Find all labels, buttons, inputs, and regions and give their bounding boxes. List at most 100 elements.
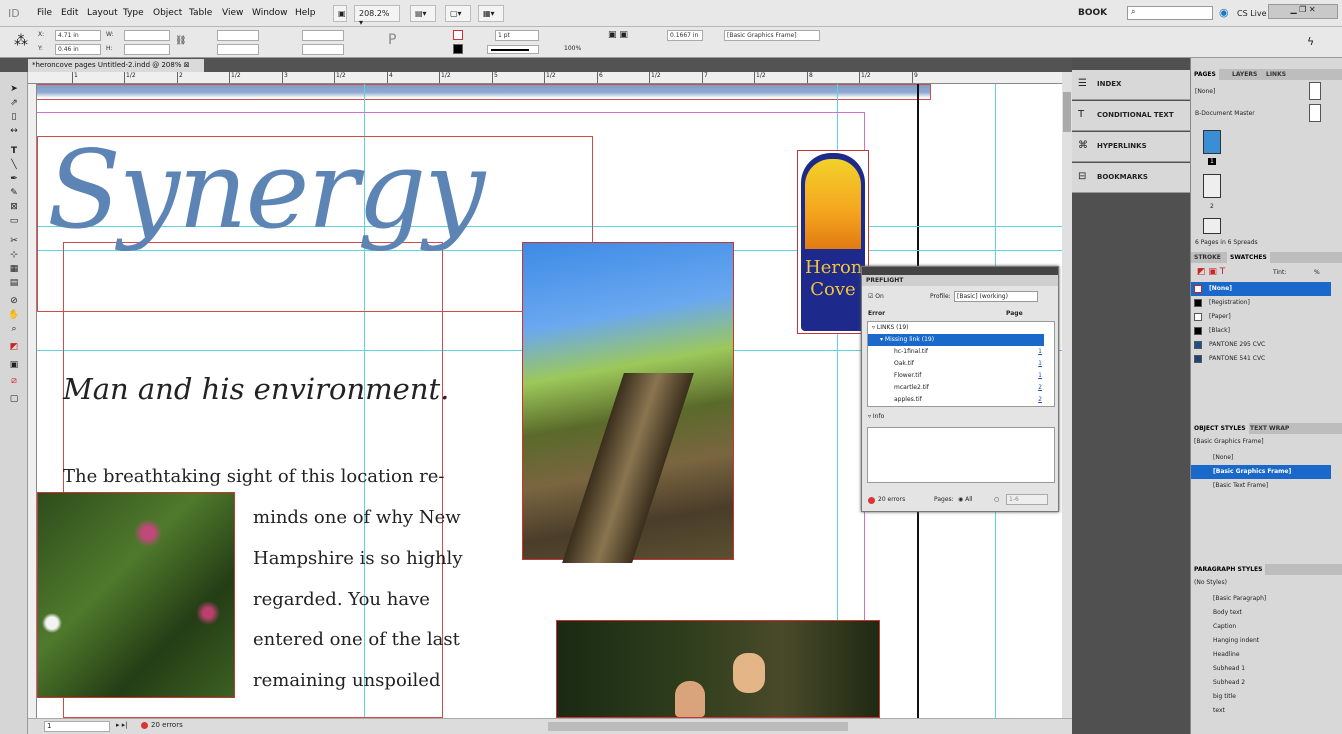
stroke-weight-field[interactable]: 1 pt xyxy=(495,30,539,41)
menu-edit[interactable]: Edit xyxy=(61,8,78,18)
menu-type[interactable]: Type xyxy=(123,8,144,18)
tab-paragraph-styles[interactable]: PARAGRAPH STYLES xyxy=(1191,564,1266,575)
swatch-registration[interactable]: [Registration] xyxy=(1191,296,1331,310)
error-page-link[interactable]: 1 xyxy=(1038,370,1042,382)
body-text-line[interactable]: regarded. You have xyxy=(253,589,430,610)
pencil-tool-icon[interactable]: ✎ xyxy=(8,188,20,199)
conditional-text-panel-button[interactable]: T CONDITIONAL TEXT xyxy=(1072,101,1190,131)
stroke-swatch-icon[interactable] xyxy=(453,44,463,54)
master-none[interactable]: [None] xyxy=(1195,88,1215,95)
paragraph-style-item[interactable]: Headline xyxy=(1191,648,1331,662)
master-b-document[interactable]: B-Document Master xyxy=(1195,110,1255,117)
error-row[interactable]: hc-1final.tif 1 xyxy=(868,346,1044,358)
rectangle-frame-tool-icon[interactable]: ⊠ xyxy=(8,202,20,213)
opacity-value[interactable]: 100% xyxy=(564,45,581,52)
tab-layers[interactable]: LAYERS xyxy=(1229,69,1260,80)
master-thumbnail[interactable] xyxy=(1309,82,1321,100)
pages-range-field[interactable]: 1-6 xyxy=(1006,494,1048,505)
inset-field[interactable]: 0.1667 in xyxy=(667,30,703,41)
w-field[interactable] xyxy=(124,30,170,41)
scale-x-field[interactable] xyxy=(217,30,259,41)
error-page-link[interactable]: 2 xyxy=(1038,394,1042,406)
zoom-tool-icon[interactable]: ⌕ xyxy=(8,324,20,335)
tint-value[interactable]: % xyxy=(1314,269,1320,276)
bookmarks-panel-button[interactable]: ⊟ BOOKMARKS xyxy=(1072,163,1190,193)
tab-stroke[interactable]: STROKE xyxy=(1191,252,1224,263)
paragraph-style-item[interactable]: Caption xyxy=(1191,620,1331,634)
paragraph-style-item[interactable]: Body text xyxy=(1191,606,1331,620)
page-thumbnail-1[interactable] xyxy=(1203,130,1221,154)
page-thumbnail-3[interactable] xyxy=(1203,218,1221,234)
swatch-pantone-541[interactable]: PANTONE 541 CVC xyxy=(1191,352,1331,366)
tab-swatches[interactable]: SWATCHES xyxy=(1227,252,1270,263)
body-text-line[interactable]: Hampshire is so highly xyxy=(253,548,463,569)
menu-file[interactable]: File xyxy=(37,8,52,18)
page-tool-icon[interactable]: ▯ xyxy=(8,112,20,123)
fit-frame-icon[interactable]: ▣ ▣ xyxy=(608,30,628,40)
horizontal-scrollbar[interactable] xyxy=(548,722,848,731)
preflight-on-checkbox[interactable]: ☑ On xyxy=(868,293,884,300)
tab-links[interactable]: LINKS xyxy=(1263,69,1289,80)
gradient-tool-icon[interactable]: ▦ xyxy=(8,264,20,275)
vertical-scrollbar[interactable] xyxy=(1062,72,1072,718)
menu-window[interactable]: Window xyxy=(252,8,288,18)
rectangle-tool-icon[interactable]: ▭ xyxy=(8,216,20,227)
menu-help[interactable]: Help xyxy=(295,8,316,18)
fill-swatch-icon[interactable] xyxy=(453,30,463,40)
info-toggle[interactable]: ▿ Info xyxy=(868,413,884,420)
fill-stroke-icon[interactable]: ◩ xyxy=(8,342,20,353)
formatting-container-icon[interactable]: ▣ xyxy=(8,360,20,371)
zoom-level-dropdown[interactable]: 208.2% ▾ xyxy=(354,5,400,27)
workspace-switcher[interactable]: BOOK xyxy=(1078,8,1107,18)
constrain-proportions-icon[interactable]: ⛓ xyxy=(175,36,186,46)
note-tool-icon[interactable]: ▤ xyxy=(8,278,20,289)
error-page-link[interactable]: 1 xyxy=(1038,346,1042,358)
body-text-line[interactable]: minds one of why New xyxy=(253,507,461,528)
vertical-ruler[interactable] xyxy=(28,84,37,718)
paragraph-icon[interactable]: P xyxy=(388,32,396,48)
screen-mode-icon[interactable]: ▢▾ xyxy=(445,5,471,22)
hyperlinks-panel-button[interactable]: ⌘ HYPERLINKS xyxy=(1072,132,1190,162)
gap-tool-icon[interactable]: ↔ xyxy=(8,126,20,137)
h-field[interactable] xyxy=(124,44,170,55)
cs-live-label[interactable]: CS Live xyxy=(1237,9,1267,18)
profile-dropdown[interactable]: [Basic] (working) xyxy=(954,291,1038,302)
stroke-type-dropdown[interactable] xyxy=(487,45,539,54)
headline-text[interactable]: Synergy xyxy=(47,128,485,253)
swatch-none[interactable]: [None] xyxy=(1191,282,1331,296)
reference-point-icon[interactable]: ⁂ xyxy=(14,33,28,49)
tab-text-wrap[interactable]: TEXT WRAP xyxy=(1247,423,1292,434)
menu-view[interactable]: View xyxy=(222,8,243,18)
scroll-thumb[interactable] xyxy=(1063,92,1071,132)
pages-all-radio[interactable]: ◉ All xyxy=(958,496,973,503)
object-style-basic-text[interactable]: [Basic Text Frame] xyxy=(1191,479,1331,493)
error-row[interactable]: mcartle2.tif 2 xyxy=(868,382,1044,394)
lightning-icon[interactable]: ϟ xyxy=(1307,35,1314,48)
page-nav-icon[interactable]: ▸ ▸| xyxy=(116,721,128,729)
rotate-field[interactable] xyxy=(302,30,344,41)
menu-object[interactable]: Object xyxy=(153,8,182,18)
swatch-black[interactable]: [Black] xyxy=(1191,324,1331,338)
direct-selection-tool-icon[interactable]: ⇗ xyxy=(8,98,20,109)
subhead-text[interactable]: Man and his environment. xyxy=(63,372,449,406)
error-subgroup-missing-link[interactable]: ▾ Missing link (19) xyxy=(868,334,1044,346)
free-transform-tool-icon[interactable]: ⊹ xyxy=(8,250,20,261)
object-style-basic-graphics[interactable]: [Basic Graphics Frame] xyxy=(1191,465,1331,479)
oak-tree-photo[interactable] xyxy=(522,242,734,563)
tab-pages[interactable]: PAGES xyxy=(1191,69,1219,80)
error-page-link[interactable]: 1 xyxy=(1038,358,1042,370)
object-style-dropdown[interactable]: [Basic Graphics Frame] xyxy=(724,30,820,41)
x-field[interactable]: 4.71 in xyxy=(55,30,101,41)
error-count[interactable]: 20 errors xyxy=(151,721,183,729)
eyedropper-tool-icon[interactable]: ⊘ xyxy=(8,296,20,307)
error-row[interactable]: Oak.tif 1 xyxy=(868,358,1044,370)
paragraph-style-item[interactable]: Subhead 2 xyxy=(1191,676,1331,690)
error-page-link[interactable]: 2 xyxy=(1038,382,1042,394)
search-field[interactable]: ⌕ xyxy=(1127,6,1213,20)
body-text-line[interactable]: remaining unspoiled xyxy=(253,670,440,691)
screen-mode-tool-icon[interactable]: ▢ xyxy=(8,394,20,405)
view-options-icon[interactable]: ▤▾ xyxy=(410,5,436,22)
shear-field[interactable] xyxy=(302,44,344,55)
body-text-line[interactable]: entered one of the last xyxy=(253,629,460,650)
close-tab-icon[interactable]: ⊠ xyxy=(184,61,190,69)
